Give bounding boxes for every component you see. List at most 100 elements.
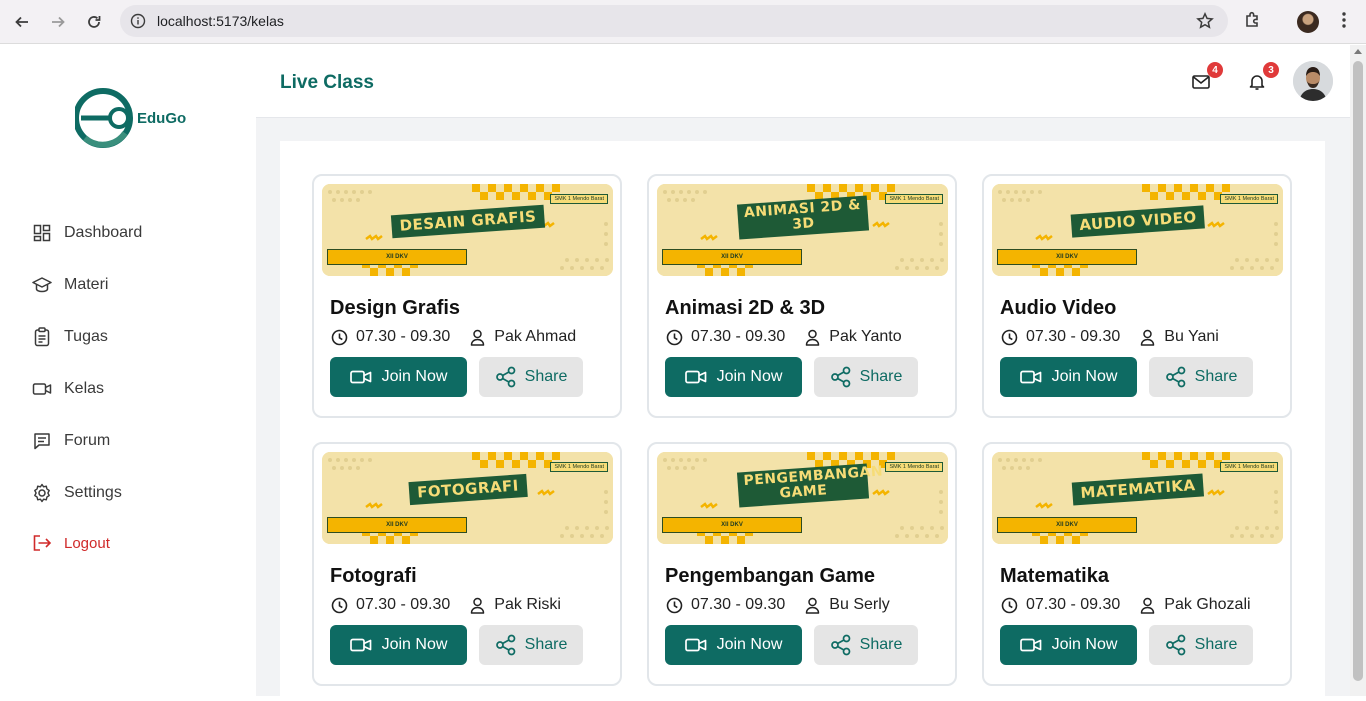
- class-banner: PENGEMBANGAN GAME SMK 1 Mendo Barat XII …: [657, 452, 948, 544]
- class-time: 07.30 - 09.30: [356, 328, 451, 345]
- teacher-info: Pak Riski: [468, 596, 561, 614]
- banner-school: SMK 1 Mendo Barat: [1220, 194, 1278, 204]
- clipboard-icon: [32, 327, 52, 347]
- class-banner: MATEMATIKA SMK 1 Mendo Barat XII DKV: [992, 452, 1283, 544]
- join-now-button[interactable]: Join Now: [330, 625, 467, 665]
- brand-name: EduGo: [137, 109, 187, 127]
- class-meta: 07.30 - 09.30 Pak Ghozali: [1000, 596, 1251, 614]
- clock-icon: [665, 596, 683, 614]
- address-bar[interactable]: localhost:5173/kelas: [120, 5, 1228, 37]
- teacher-info: Bu Yani: [1138, 328, 1219, 346]
- extensions-icon[interactable]: [1243, 10, 1263, 35]
- class-title: Animasi 2D & 3D: [665, 297, 826, 319]
- reload-icon[interactable]: [82, 10, 106, 34]
- sidebar-item-kelas[interactable]: Kelas: [32, 377, 104, 401]
- video-camera-icon: [1019, 369, 1042, 385]
- clock-icon: [665, 328, 683, 346]
- share-label: Share: [1194, 368, 1238, 385]
- user-icon: [803, 328, 821, 346]
- join-now-button[interactable]: Join Now: [1000, 625, 1137, 665]
- share-button[interactable]: Share: [1149, 357, 1253, 397]
- sidebar-item-label: Kelas: [64, 380, 105, 397]
- join-now-label: Join Now: [1051, 636, 1118, 653]
- class-title: Matematika: [1000, 565, 1109, 587]
- site-info-icon[interactable]: [130, 13, 146, 34]
- class-title: Fotografi: [330, 565, 417, 587]
- sidebar-item-settings[interactable]: Settings: [32, 481, 122, 505]
- sidebar-item-label: Dashboard: [64, 224, 143, 241]
- class-meta: 07.30 - 09.30 Pak Yanto: [665, 328, 902, 346]
- video-camera-icon: [1019, 637, 1042, 653]
- forward-icon[interactable]: [46, 10, 70, 34]
- back-icon[interactable]: [10, 10, 34, 34]
- class-card: DESAIN GRAFIS SMK 1 Mendo Barat XII DKV …: [312, 174, 622, 418]
- user-icon: [803, 596, 821, 614]
- join-now-button[interactable]: Join Now: [1000, 357, 1137, 397]
- bookmark-star-icon[interactable]: [1196, 11, 1214, 35]
- class-meta: 07.30 - 09.30 Pak Riski: [330, 596, 561, 614]
- edugo-logo-icon: [75, 88, 133, 148]
- top-header: Live Class 4 3: [256, 45, 1350, 118]
- scroll-up-arrow-icon[interactable]: [1354, 49, 1362, 54]
- teacher-name: Pak Riski: [494, 596, 561, 613]
- clock-icon: [330, 328, 348, 346]
- logout-button[interactable]: Logout: [32, 531, 110, 555]
- video-camera-icon: [684, 637, 707, 653]
- avatar[interactable]: [1293, 61, 1333, 101]
- user-icon: [1138, 328, 1156, 346]
- class-banner: FOTOGRAFI SMK 1 Mendo Barat XII DKV: [322, 452, 613, 544]
- share-icon: [1165, 634, 1187, 656]
- video-camera-icon: [684, 369, 707, 385]
- video-camera-icon: [349, 637, 372, 653]
- page-scrollbar[interactable]: [1350, 45, 1366, 696]
- browser-profile-icon[interactable]: [1297, 11, 1319, 33]
- banner-class-label: XII DKV: [662, 249, 802, 265]
- mail-button[interactable]: 4: [1191, 62, 1223, 92]
- sidebar-item-materi[interactable]: Materi: [32, 273, 108, 297]
- scroll-thumb[interactable]: [1353, 61, 1363, 681]
- class-time: 07.30 - 09.30: [1026, 328, 1121, 345]
- class-time: 07.30 - 09.30: [691, 596, 786, 613]
- sidebar-item-tugas[interactable]: Tugas: [32, 325, 108, 349]
- notification-badge: 3: [1263, 62, 1279, 78]
- join-now-label: Join Now: [381, 636, 448, 653]
- share-button[interactable]: Share: [814, 357, 918, 397]
- class-title: Audio Video: [1000, 297, 1117, 319]
- logout-label: Logout: [64, 534, 110, 552]
- share-label: Share: [859, 368, 903, 385]
- teacher-name: Bu Yani: [1164, 328, 1219, 345]
- class-time: 07.30 - 09.30: [691, 328, 786, 345]
- class-time: 07.30 - 09.30: [1026, 596, 1121, 613]
- class-title: Pengembangan Game: [665, 565, 876, 587]
- share-button[interactable]: Share: [814, 625, 918, 665]
- join-now-button[interactable]: Join Now: [665, 625, 802, 665]
- browser-toolbar: localhost:5173/kelas: [0, 0, 1366, 44]
- class-banner: ANIMASI 2D & 3D SMK 1 Mendo Barat XII DK…: [657, 184, 948, 276]
- join-now-button[interactable]: Join Now: [665, 357, 802, 397]
- url-text: localhost:5173/kelas: [157, 13, 284, 29]
- join-now-label: Join Now: [716, 368, 783, 385]
- banner-school: SMK 1 Mendo Barat: [885, 194, 943, 204]
- banner-class-label: XII DKV: [997, 517, 1137, 533]
- join-now-button[interactable]: Join Now: [330, 357, 467, 397]
- class-card: AUDIO VIDEO SMK 1 Mendo Barat XII DKV Au…: [982, 174, 1292, 418]
- mail-icon: [1192, 75, 1210, 89]
- class-card: FOTOGRAFI SMK 1 Mendo Barat XII DKV Foto…: [312, 442, 622, 686]
- main-content: DESAIN GRAFIS SMK 1 Mendo Barat XII DKV …: [256, 118, 1350, 701]
- banner-school: SMK 1 Mendo Barat: [550, 462, 608, 472]
- teacher-name: Pak Ahmad: [494, 328, 577, 345]
- share-button[interactable]: Share: [479, 357, 583, 397]
- sidebar-item-label: Settings: [64, 484, 122, 501]
- sidebar-item-dashboard[interactable]: Dashboard: [32, 221, 142, 245]
- teacher-name: Pak Yanto: [829, 328, 902, 345]
- notification-button[interactable]: 3: [1247, 62, 1279, 92]
- video-camera-icon: [32, 379, 52, 399]
- mail-badge: 4: [1207, 62, 1223, 78]
- share-button[interactable]: Share: [479, 625, 583, 665]
- share-button[interactable]: Share: [1149, 625, 1253, 665]
- share-icon: [830, 634, 852, 656]
- user-icon: [468, 596, 486, 614]
- more-menu-icon[interactable]: [1334, 10, 1354, 35]
- join-now-label: Join Now: [381, 368, 448, 385]
- sidebar-item-forum[interactable]: Forum: [32, 429, 110, 453]
